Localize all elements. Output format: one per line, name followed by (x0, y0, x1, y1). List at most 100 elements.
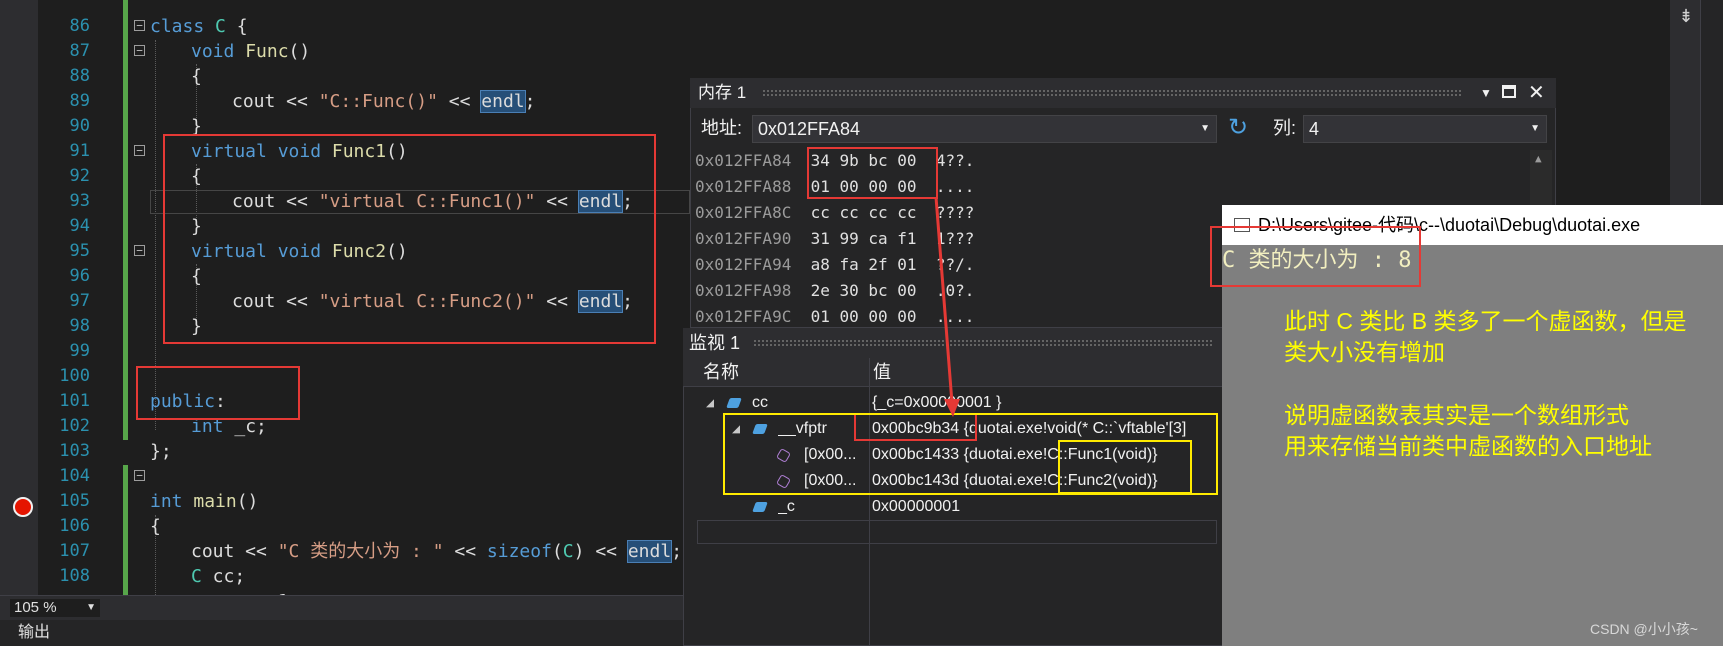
line-number: 108 (59, 566, 90, 586)
drag-grip[interactable] (762, 89, 1462, 97)
collapse-icon[interactable]: ◢ (706, 390, 714, 416)
code-text: () (288, 41, 311, 62)
highlighted-reference: endl (626, 540, 673, 563)
scroll-up-icon[interactable]: ▲ (1535, 152, 1542, 165)
memory-ascii: .... (935, 177, 975, 196)
split-editor-icon[interactable]: ⇟ (1676, 6, 1696, 26)
line-number: 100 (59, 366, 90, 386)
red-highlight-box (136, 366, 300, 420)
fold-toggle-icon[interactable]: − (134, 20, 145, 31)
class-name: C (562, 541, 574, 562)
red-highlight-box (1210, 226, 1421, 287)
memory-address: 0x012FFA98 (695, 281, 792, 300)
memory-address: 0x012FFA8C (695, 203, 792, 222)
memory-bytes: a8 fa 2f 01 (810, 255, 917, 274)
memory-ascii: 4??. (935, 151, 975, 170)
change-indicator (123, 465, 128, 595)
code-text: cout << (191, 541, 278, 562)
line-number: 92 (69, 166, 90, 186)
code-line-105[interactable]: { (150, 514, 161, 539)
memory-title: 内存 1 (698, 83, 747, 102)
class-name: C (204, 16, 226, 37)
output-panel-tab[interactable]: 输出 (0, 620, 690, 646)
code-text: cc; (201, 566, 246, 587)
line-number: 94 (69, 216, 90, 236)
keyword: int (150, 491, 183, 512)
line-number: 98 (69, 316, 90, 336)
columns-value: 4 (1309, 119, 1320, 139)
column-header-value[interactable]: 值 (873, 358, 891, 386)
keyword: sizeof (486, 541, 552, 562)
highlighted-reference: endl (480, 90, 526, 113)
memory-bytes: 2e 30 bc 00 (810, 281, 917, 300)
code-line-87[interactable]: void Func() (191, 39, 310, 64)
keyword: class (150, 16, 205, 37)
new-watch-row[interactable] (697, 520, 1217, 544)
column-divider[interactable] (869, 358, 870, 386)
line-number: 88 (69, 66, 90, 86)
chevron-down-icon: ▼ (1530, 123, 1540, 134)
line-number: 106 (59, 516, 90, 536)
fold-toggle-icon[interactable]: − (134, 145, 145, 156)
chevron-down-icon: ▼ (1200, 123, 1210, 134)
function-name: main (182, 491, 237, 512)
close-icon[interactable]: ✕ (1528, 78, 1545, 108)
drag-grip[interactable] (753, 339, 1213, 347)
maximize-icon[interactable] (1502, 85, 1516, 98)
fold-toggle-icon[interactable]: − (134, 245, 145, 256)
columns-label: 列: (1273, 118, 1297, 138)
code-text: ; (524, 91, 536, 112)
chevron-down-icon[interactable]: ▼ (1480, 78, 1492, 108)
line-number: 93 (69, 191, 90, 211)
vertical-scrollbar[interactable] (1700, 0, 1723, 205)
refresh-icon[interactable]: ↻ (1228, 114, 1248, 142)
line-number: 107 (59, 541, 90, 561)
code-line-104[interactable]: int main() (150, 489, 258, 514)
line-number: 90 (69, 116, 90, 136)
columns-select[interactable]: 4 ▼ (1303, 115, 1547, 143)
change-indicator (123, 0, 128, 440)
address-input[interactable]: 0x012FFA84 ▼ (752, 115, 1217, 143)
field-icon (752, 502, 768, 512)
code-text: { (225, 16, 248, 37)
code-line-107[interactable]: C cc; (191, 564, 245, 589)
fold-toggle-icon[interactable]: − (134, 45, 145, 56)
memory-bytes: cc cc cc cc (810, 203, 917, 222)
code-line-89[interactable]: cout << "C::Func()" << endl; (232, 89, 535, 114)
memory-title-bar[interactable]: 内存 1 ▼ ✕ (690, 78, 1556, 108)
watermark: CSDN @小小孩~ (1590, 621, 1698, 637)
code-text: ) << (573, 541, 628, 562)
memory-address: 0x012FFA94 (695, 255, 792, 274)
fold-toggle-icon[interactable]: − (134, 470, 145, 481)
line-number: 97 (69, 291, 90, 311)
string-literal: "C 类的大小为 : " (277, 541, 444, 562)
annotation-note-1: 此时 C 类比 B 类多了一个虚函数，但是 (1284, 308, 1687, 334)
line-number: 89 (69, 91, 90, 111)
breakpoint-icon[interactable] (13, 497, 33, 517)
column-header-name[interactable]: 名称 (703, 358, 739, 386)
watch-row-c[interactable]: _c 0x00000001 (690, 494, 1230, 520)
code-line-86[interactable]: class C { (150, 14, 248, 39)
line-number: 102 (59, 416, 90, 436)
code-line-102[interactable]: }; (150, 439, 172, 464)
memory-address: 0x012FFA84 (695, 151, 792, 170)
watch-name: _c (778, 498, 795, 515)
zoom-dropdown[interactable]: 105 % ▼ (10, 599, 100, 617)
code-text: << (443, 541, 487, 562)
code-line-106[interactable]: cout << "C 类的大小为 : " << sizeof(C) << end… (191, 539, 682, 564)
line-number: 91 (69, 141, 90, 161)
watch-value: 0x00000001 (872, 498, 961, 515)
chevron-down-icon: ▼ (86, 602, 96, 613)
zoom-value: 105 % (14, 599, 57, 616)
watch-title: 监视 1 (689, 333, 741, 353)
red-highlight-box (163, 134, 656, 344)
object-icon (726, 398, 742, 408)
code-text: () (236, 491, 259, 512)
string-literal: "C::Func()" (318, 91, 438, 112)
address-value: 0x012FFA84 (758, 119, 861, 139)
line-number: 87 (69, 41, 90, 61)
line-number: 95 (69, 241, 90, 261)
code-line-88[interactable]: { (191, 64, 202, 89)
line-number: 103 (59, 441, 90, 461)
memory-bytes: 31 99 ca f1 (810, 229, 917, 248)
